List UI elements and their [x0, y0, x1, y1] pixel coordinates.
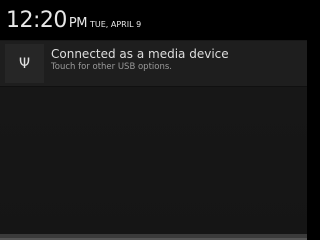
usb-icon: Ψ [18, 55, 31, 72]
status-header: 12:20 PM TUE, APRIL 9 [0, 0, 307, 40]
date-label: TUE, APRIL 9 [89, 20, 142, 29]
notification-subtitle: Touch for other USB options. [51, 62, 172, 72]
notification-title: Connected as a media device [51, 47, 229, 61]
clock-ampm: PM [68, 16, 88, 31]
clock-time: 12:20 [6, 8, 67, 33]
clock: 12:20 PM TUE, APRIL 9 [6, 9, 141, 37]
notification-icon-box: Ψ [5, 44, 44, 83]
usb-notification[interactable]: Ψ Connected as a media device Touch for … [0, 41, 307, 87]
